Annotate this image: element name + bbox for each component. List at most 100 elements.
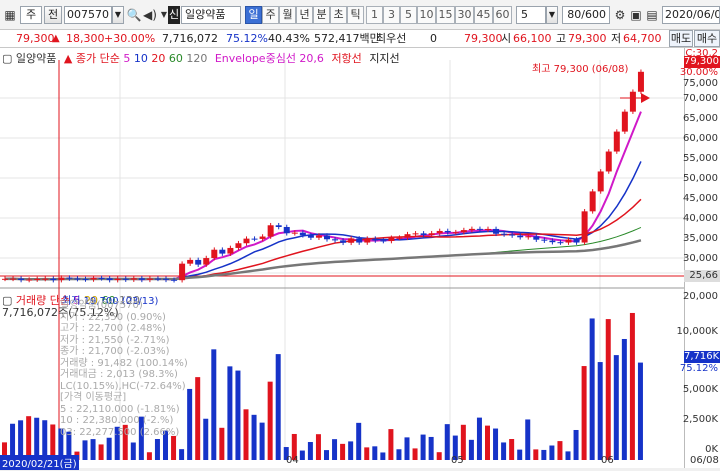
candle-body <box>452 232 459 234</box>
vol-tick: 10,000K <box>676 326 718 337</box>
tab-month-label: 월 <box>282 8 293 21</box>
code-dropdown-button[interactable]: ▼ <box>112 6 124 24</box>
code-input[interactable]: 007570 <box>64 6 112 24</box>
candle-body <box>122 278 129 280</box>
volume-bar <box>565 451 571 460</box>
interval-dropdown-button[interactable]: ▼ <box>546 6 558 24</box>
quote-high-label: 고 <box>556 32 567 45</box>
volume-bar <box>629 312 635 460</box>
candle-body <box>18 278 25 280</box>
tab-month[interactable]: 월 <box>279 6 296 24</box>
candle-body <box>283 226 290 234</box>
candle-body <box>10 278 17 280</box>
high-arrow-marker <box>641 93 650 103</box>
tab-minute[interactable]: 분 <box>313 6 330 24</box>
search-icon[interactable]: 🔍 <box>126 6 142 24</box>
volume-bar <box>372 446 378 460</box>
volume-bar <box>396 449 402 460</box>
x-label-end: 06/08 <box>690 455 719 466</box>
candle-body <box>517 235 524 238</box>
volume-bar <box>613 355 619 460</box>
count-value: 80/600 <box>567 8 606 21</box>
minute-45[interactable]: 45 <box>474 6 493 24</box>
quote-turnover: 75.12% <box>226 32 268 45</box>
minute-1[interactable]: 1 <box>366 6 383 24</box>
buy-button[interactable]: 매수 <box>694 30 720 47</box>
minute-10[interactable]: 10 <box>417 6 436 24</box>
tab-week[interactable]: 주 <box>262 6 279 24</box>
legend-stock-name: 일양약품 <box>15 52 57 65</box>
vol-pct-tag: 75.12% <box>679 363 718 374</box>
tab-day[interactable]: 일 <box>245 6 262 24</box>
prev-button[interactable]: 전 <box>44 6 62 24</box>
minute-5[interactable]: 5 <box>400 6 417 24</box>
volume-bar <box>509 439 515 460</box>
volume-bar <box>485 425 490 460</box>
volume-bar <box>315 434 321 460</box>
market-badge: 신 <box>168 6 180 24</box>
y-tick: 35,000 <box>683 233 718 244</box>
tab-tick[interactable]: 틱 <box>347 6 364 24</box>
vol-tick: 5,000K <box>682 384 718 395</box>
quote-amount: 572,417백만 <box>314 32 380 45</box>
count-input[interactable]: 80/600 <box>562 6 610 24</box>
candle-body <box>154 278 161 280</box>
candle-body <box>171 279 178 281</box>
candle-body <box>82 279 89 281</box>
tooltip-line: LC(10.15%),HC(-72.64%) <box>60 380 186 392</box>
tab-second[interactable]: 초 <box>330 6 347 24</box>
minute-30[interactable]: 30 <box>455 6 474 24</box>
candle-body <box>179 263 186 281</box>
tooltip-line: 일양약품(007570) <box>60 300 143 311</box>
volume-bar <box>412 448 418 460</box>
minute-10-label: 10 <box>419 8 434 21</box>
candle-body <box>356 238 363 243</box>
legend-checkbox[interactable]: ▢ <box>2 52 12 65</box>
tooltip-line: [가격 이동평균] <box>60 392 127 403</box>
minute-15[interactable]: 15 <box>436 6 455 24</box>
candle-body <box>605 151 612 172</box>
candle-body <box>388 237 395 241</box>
sell-button[interactable]: 매도 <box>669 30 693 47</box>
candle-body <box>460 230 467 233</box>
volume-bar <box>356 422 362 460</box>
price-axis[interactable]: C:30,2 79,300 30.00% 75,000 70,000 65,00… <box>676 48 720 468</box>
minute-60[interactable]: 60 <box>493 6 512 24</box>
volume-bar <box>637 362 643 460</box>
volume-bar <box>364 447 370 460</box>
tooltip-line: 거래대금 : 2,013 (98.3%) <box>60 369 178 380</box>
candle-body <box>58 277 65 281</box>
save-icon[interactable]: ▣ <box>628 6 644 24</box>
settings-icon[interactable]: ⚙ <box>612 6 628 24</box>
volume-bar <box>597 362 603 460</box>
candle-body <box>26 279 33 281</box>
volume-bar <box>340 443 346 460</box>
volume-bar <box>501 442 507 460</box>
candle-body <box>332 239 339 241</box>
candle-body <box>90 277 97 280</box>
layout-icon[interactable]: ▦ <box>2 6 18 24</box>
candle-body <box>348 238 355 243</box>
interval-select[interactable]: 5 <box>516 6 546 24</box>
candle-body <box>372 238 379 241</box>
volume-bar <box>557 441 563 460</box>
volume-bar <box>581 366 587 460</box>
date-input[interactable]: 2020/06/08 <box>662 6 720 24</box>
tooltip-line: 거래량 : 91,482 (100.14%) <box>60 357 188 369</box>
volume-bar <box>436 452 442 460</box>
candle-body <box>597 171 604 192</box>
volume-bar <box>348 441 354 460</box>
type-select[interactable]: 주 <box>20 6 42 24</box>
volume-bar <box>380 452 386 460</box>
tab-year[interactable]: 년 <box>296 6 313 24</box>
legend-resistance: 저항선 <box>331 52 362 65</box>
support-tag: 25,66 <box>684 270 720 282</box>
candle-body <box>299 232 306 236</box>
volume-bar <box>26 416 32 460</box>
legend-ma-label: 종가 단순 <box>75 52 120 65</box>
type-select-value: 주 <box>25 8 37 21</box>
print-icon[interactable]: ▤ <box>644 6 660 24</box>
minute-3[interactable]: 3 <box>383 6 400 24</box>
candle-body <box>493 228 500 234</box>
tab-week-label: 주 <box>265 8 276 21</box>
